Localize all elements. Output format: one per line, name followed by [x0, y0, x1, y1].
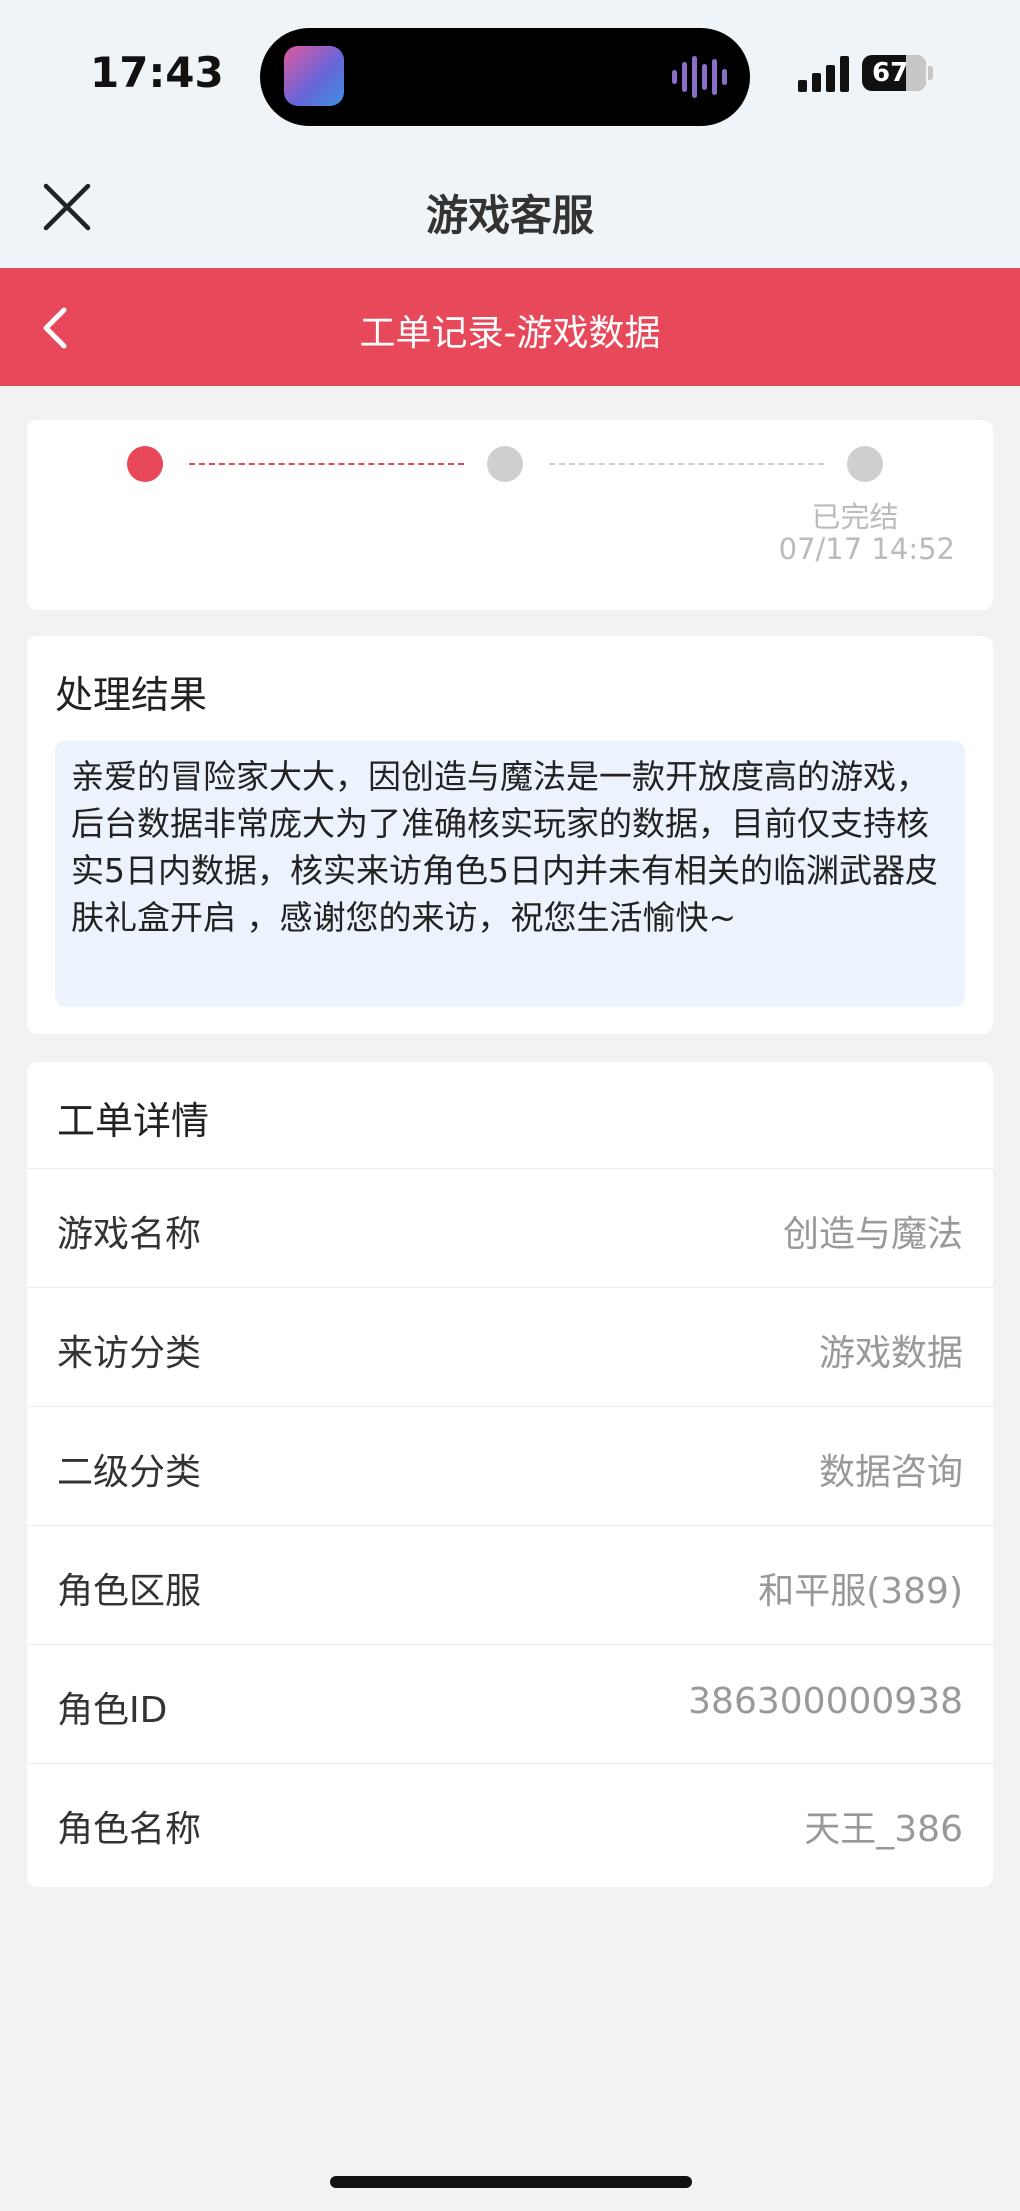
detail-label: 角色区服: [57, 1571, 202, 1612]
detail-label: 来访分类: [57, 1333, 202, 1374]
detail-value: 数据咨询: [818, 1452, 963, 1493]
battery-icon: 67: [862, 55, 926, 91]
progress-card: 已完结 07/17 14:52: [27, 420, 993, 610]
detail-value: 和平服(389): [758, 1571, 963, 1612]
battery-level: 67: [872, 58, 909, 88]
step-connector-2: [549, 463, 824, 465]
detail-row-role-name: 角色名称 天王_386: [27, 1763, 993, 1882]
detail-label: 游戏名称: [57, 1214, 202, 1255]
audio-wave-icon: [672, 56, 727, 98]
signal-icon: [798, 56, 849, 92]
app-icon: [284, 46, 344, 106]
step-status: 已完结: [811, 500, 899, 534]
result-title: 处理结果: [55, 673, 208, 717]
details-title: 工单详情: [57, 1099, 210, 1143]
detail-row-sub-category: 二级分类 数据咨询: [27, 1406, 993, 1525]
detail-row-role-id: 角色ID 386300000938: [27, 1644, 993, 1763]
step-connector-1: [189, 463, 464, 465]
detail-value: 创造与魔法: [782, 1214, 963, 1255]
status-time: 17:43: [90, 48, 224, 97]
detail-value: 386300000938: [688, 1681, 963, 1722]
detail-label: 二级分类: [57, 1452, 202, 1493]
page-title: 游戏客服: [425, 191, 594, 240]
detail-row-game-name: 游戏名称 创造与魔法: [27, 1168, 993, 1287]
home-indicator[interactable]: [330, 2176, 692, 2188]
details-card: 工单详情 游戏名称 创造与魔法 来访分类 游戏数据 二级分类 数据咨询 角色区服…: [27, 1062, 993, 1887]
detail-row-server: 角色区服 和平服(389): [27, 1525, 993, 1644]
step-time: 07/17 14:52: [778, 532, 955, 566]
detail-label: 角色名称: [57, 1809, 202, 1850]
detail-label: 角色ID: [57, 1690, 168, 1731]
nav-bar: 工单记录-游戏数据: [0, 268, 1020, 386]
step-dot-2: [487, 446, 523, 482]
title-bar: 游戏客服: [0, 150, 1020, 268]
battery-tip: [928, 66, 933, 80]
result-card: 处理结果 亲爱的冒险家大大，因创造与魔法是一款开放度高的游戏，后台数据非常庞大为…: [27, 636, 993, 1034]
nav-title: 工单记录-游戏数据: [359, 313, 661, 354]
step-dot-1: [127, 446, 163, 482]
detail-value: 天王_386: [804, 1809, 963, 1850]
result-text: 亲爱的冒险家大大，因创造与魔法是一款开放度高的游戏，后台数据非常庞大为了准确核实…: [55, 741, 965, 1007]
step-dot-3: [847, 446, 883, 482]
detail-row-visit-category: 来访分类 游戏数据: [27, 1287, 993, 1406]
status-bar: 17:43 67: [0, 0, 1020, 150]
dynamic-island[interactable]: [260, 28, 750, 126]
detail-value: 游戏数据: [818, 1333, 963, 1374]
